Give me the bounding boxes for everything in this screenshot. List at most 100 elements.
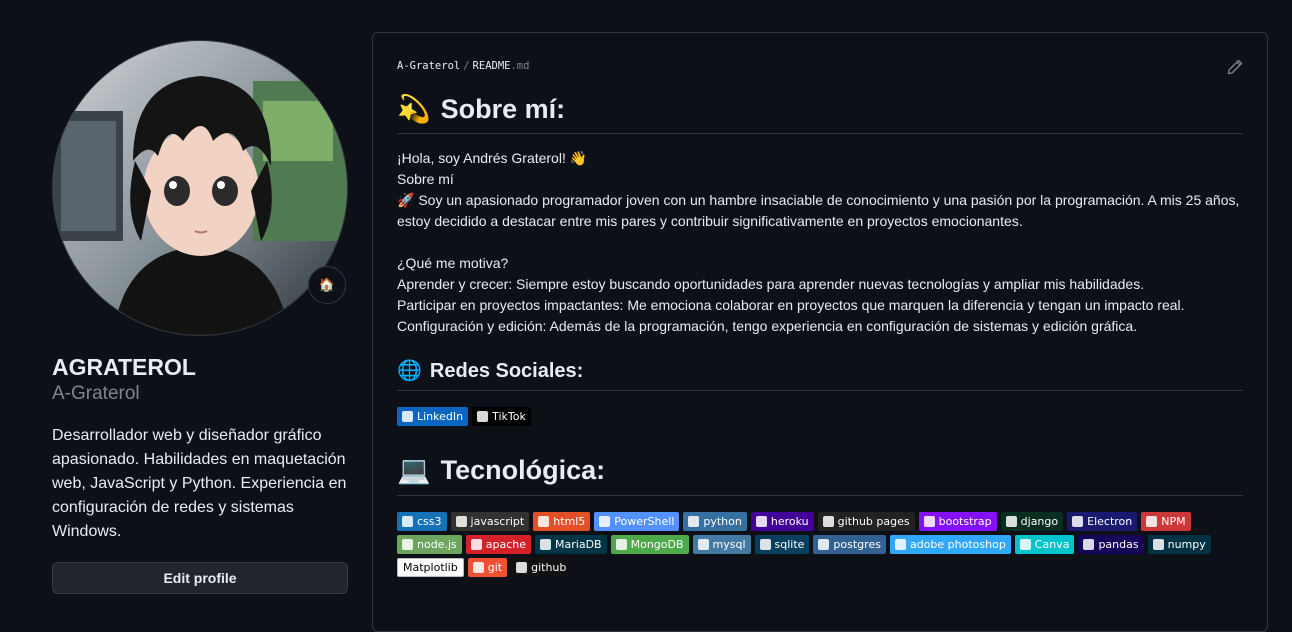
avatar-illustration: [53, 41, 347, 335]
readme-card: A-Graterol / README.md 💫 Sobre mí: ¡Hola, …: [372, 32, 1268, 632]
motivation-item: Configuración y edición: Además de la pr…: [397, 318, 1138, 335]
badge-logo-icon: [923, 515, 935, 527]
dizzy-icon: 💫: [397, 94, 431, 124]
badge-npm[interactable]: NPM: [1141, 511, 1191, 531]
pencil-icon[interactable]: [1227, 59, 1243, 75]
badge-bootstrap[interactable]: bootstrap: [918, 511, 997, 531]
status-button[interactable]: 🏠: [308, 266, 346, 304]
profile-sidebar: 🏠 AGRATEROL A-Graterol Desarrollador web…: [52, 40, 348, 594]
badge-node-js[interactable]: node.js: [397, 534, 462, 554]
badge-label: apache: [485, 537, 527, 551]
badge-label: python: [703, 514, 742, 528]
avatar-container: 🏠: [52, 40, 348, 336]
about-title: Sobre mí:: [440, 94, 566, 124]
readme-breadcrumb: A-Graterol / README.md: [397, 60, 529, 72]
badge-label: Matplotlib: [403, 560, 458, 574]
badge-logo-icon: [697, 538, 709, 550]
file-extension: .md: [510, 60, 530, 72]
badge-logo-icon: [1019, 538, 1031, 550]
badge-label: Canva: [1034, 537, 1070, 551]
edit-profile-button[interactable]: Edit profile: [52, 561, 348, 594]
badge-linkedin[interactable]: LinkedIn: [397, 407, 469, 427]
badge-pandas[interactable]: pandas: [1078, 534, 1144, 554]
badge-label: MongoDB: [630, 537, 684, 551]
readme-content: 💫 Sobre mí: ¡Hola, soy Andrés Graterol! …: [397, 93, 1243, 577]
badge-numpy[interactable]: numpy: [1147, 534, 1211, 554]
badge-matplotlib[interactable]: Matplotlib: [397, 557, 464, 577]
badge-label: mysql: [712, 537, 746, 551]
badge-logo-icon: [615, 538, 627, 550]
file-name: README: [472, 60, 511, 72]
badge-label: github pages: [837, 514, 910, 528]
badge-html5[interactable]: html5: [533, 511, 591, 531]
badge-logo-icon: [402, 538, 413, 550]
badge-label: javascript: [470, 514, 525, 528]
laptop-icon: 💻: [397, 455, 431, 486]
badge-logo-icon: [538, 515, 550, 527]
badge-django[interactable]: django: [1000, 511, 1064, 531]
badge-label: css3: [417, 514, 442, 528]
profile-fullname: AGRATEROL: [52, 354, 196, 380]
badge-label: sqlite: [774, 537, 805, 551]
about-section: ¡Hola, soy Andrés Graterol! 👋 Sobre mí 🚀…: [397, 148, 1243, 337]
badge-sqlite[interactable]: sqlite: [754, 534, 810, 554]
house-icon: 🏠: [318, 277, 336, 292]
badge-logo-icon: [822, 515, 834, 527]
badge-logo-icon: [477, 411, 489, 423]
tech-badges: css3 javascript html5 PowerShell python herok…: [397, 511, 1243, 577]
badge-label: MariaDB: [555, 537, 602, 551]
badge-mongodb[interactable]: MongoDB: [610, 534, 689, 554]
badge-label: node.js: [417, 537, 457, 551]
badge-github[interactable]: github: [511, 557, 572, 577]
badge-logo-icon: [1146, 515, 1158, 527]
about-heading: 💫 Sobre mí:: [397, 93, 1243, 135]
tech-title: Tecnológica:: [440, 455, 606, 486]
badge-postgres[interactable]: postgres: [813, 534, 886, 554]
badge-powershell[interactable]: PowerShell: [594, 511, 680, 531]
repo-link[interactable]: A-Graterol: [397, 60, 460, 72]
badge-logo-icon: [688, 515, 700, 527]
social-badges: LinkedIn TikTok: [397, 407, 1243, 427]
badge-logo-icon: [755, 515, 767, 527]
profile-username: A-Graterol: [52, 382, 140, 404]
badge-electron[interactable]: Electron: [1067, 511, 1138, 531]
badge-logo-icon: [599, 515, 611, 527]
badge-logo-icon: [894, 538, 906, 550]
badge-github-pages[interactable]: github pages: [817, 511, 915, 531]
breadcrumb-separator: /: [463, 60, 470, 72]
profile-bio: Desarrollador web y diseñador gráfico ap…: [52, 426, 347, 540]
badge-logo-icon: [516, 561, 528, 573]
avatar[interactable]: [52, 40, 348, 336]
tech-heading: 💻 Tecnológica:: [397, 454, 1243, 496]
badge-git[interactable]: git: [467, 557, 508, 577]
badge-label: postgres: [833, 537, 881, 551]
greeting-text: ¡Hola, soy Andrés Graterol! 👋: [397, 150, 588, 167]
about-subtitle: Sobre mí: [397, 171, 454, 188]
badge-logo-icon: [1152, 538, 1164, 550]
badge-mysql[interactable]: mysql: [692, 534, 751, 554]
badge-label: django: [1020, 514, 1059, 528]
badge-mariadb[interactable]: MariaDB: [535, 534, 607, 554]
badge-apache[interactable]: apache: [465, 534, 532, 554]
badge-javascript[interactable]: javascript: [450, 511, 530, 531]
motivation-title: ¿Qué me motiva?: [397, 255, 509, 272]
badge-label: Electron: [1087, 514, 1133, 528]
badge-adobe-photoshop[interactable]: adobe photoshop: [889, 534, 1011, 554]
badge-logo-icon: [1005, 515, 1017, 527]
badge-label: pandas: [1098, 537, 1139, 551]
badge-logo-icon: [470, 538, 482, 550]
badge-css3[interactable]: css3: [397, 511, 447, 531]
badge-logo-icon: [1072, 515, 1084, 527]
motivation-item: Participar en proyectos impactantes: Me …: [397, 297, 1185, 314]
social-heading: 🌐 Redes Sociales:: [397, 359, 1243, 392]
motivation-item: Aprender y crecer: Siempre estoy buscand…: [397, 276, 1145, 293]
badge-label: adobe photoshop: [909, 537, 1006, 551]
badge-label: numpy: [1167, 537, 1206, 551]
badge-label: heroku: [770, 514, 809, 528]
badge-canva[interactable]: Canva: [1014, 534, 1075, 554]
badge-tiktok[interactable]: TikTok: [472, 407, 531, 427]
badge-heroku[interactable]: heroku: [750, 511, 814, 531]
badge-label: LinkedIn: [417, 410, 464, 424]
badge-label: NPM: [1161, 514, 1186, 528]
badge-python[interactable]: python: [683, 511, 747, 531]
